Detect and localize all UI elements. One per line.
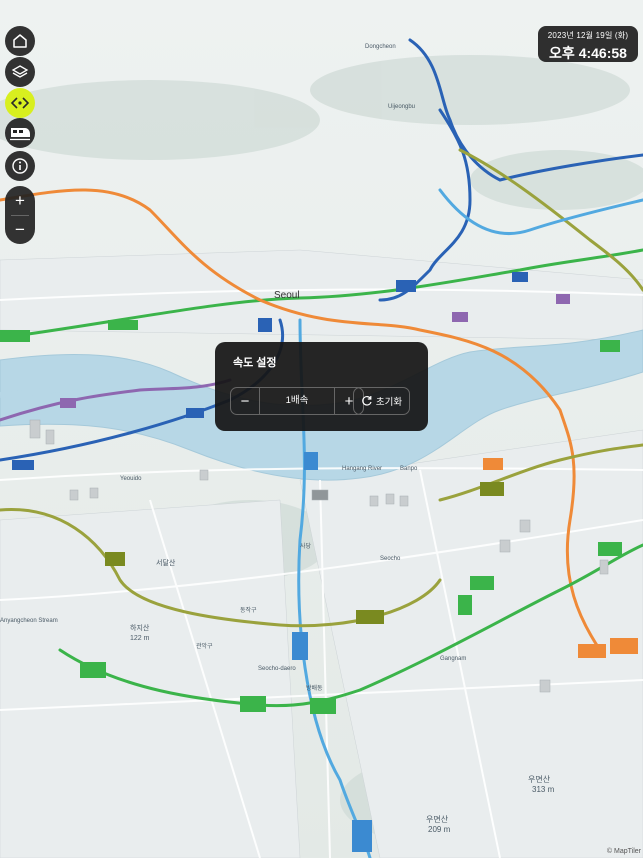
- train-button[interactable]: [5, 118, 35, 148]
- label-seoul: Seoul: [274, 290, 300, 301]
- label-umyeonsan-elev: 313 m: [532, 785, 555, 794]
- label-anyangcheon: Anyangcheon Stream: [0, 618, 58, 624]
- label-seocho: Seocho: [380, 556, 401, 562]
- label-umyeonsan: 우면산: [528, 774, 551, 784]
- home-icon: [13, 34, 27, 48]
- map-attribution[interactable]: © MapTiler: [607, 848, 641, 855]
- label-gangnam: Gangnam: [440, 656, 466, 662]
- speed-settings-title: 속도 설정: [233, 357, 277, 369]
- animation-toggle-button[interactable]: [5, 88, 35, 118]
- info-button[interactable]: [5, 151, 35, 181]
- zoom-out-button[interactable]: −: [5, 215, 35, 244]
- clock-time: 오후 4:46:58: [549, 45, 627, 61]
- speed-reset-button[interactable]: 초기화: [353, 387, 410, 415]
- label-dobong: Dongcheon: [365, 44, 396, 50]
- plus-icon: +: [15, 190, 25, 210]
- label-banpo: Banpo: [400, 466, 418, 472]
- speed-value: 1배속: [285, 395, 309, 406]
- home-button[interactable]: [5, 26, 35, 56]
- zoom-in-button[interactable]: +: [5, 186, 35, 215]
- speed-stepper: − 1배속 +: [230, 387, 364, 415]
- arrows-icon: [10, 97, 30, 109]
- clock-panel: 2023년 12월 19일 (화) 오후 4:46:58: [538, 26, 638, 62]
- speed-decrease-button[interactable]: −: [231, 388, 260, 414]
- label-yeouido: Yeouido: [120, 476, 142, 482]
- clock-date: 2023년 12월 19일 (화): [547, 31, 629, 40]
- train-icon: [10, 128, 30, 141]
- label-bangbae: 방배동: [306, 684, 323, 692]
- info-icon: [12, 158, 28, 174]
- label-sadang: 사당: [300, 542, 312, 550]
- label-uijeongbu: Uijeongbu: [388, 104, 415, 110]
- speed-settings-panel: 속도 설정 − 1배속 + 초기화: [215, 342, 428, 431]
- label-hangang: Hangang River: [342, 466, 382, 472]
- zoom-controls: + −: [5, 186, 35, 244]
- layers-button[interactable]: [5, 57, 35, 87]
- label-gwanak: 관악구: [196, 642, 213, 650]
- label-umyeonsan2-elev: 209 m: [428, 825, 451, 834]
- label-seocho-road: Seocho-daero: [258, 666, 296, 672]
- label-dongjak: 동작구: [240, 607, 257, 614]
- label-umyeonsan2: 우면산: [426, 814, 449, 824]
- minus-icon: −: [15, 219, 25, 239]
- label-hajisan-elev: 122 m: [130, 635, 150, 642]
- label-hajisan: 하지산: [130, 623, 150, 632]
- label-seodalsan: 서달산: [156, 558, 176, 567]
- speed-reset-label: 초기화: [375, 397, 403, 408]
- reset-icon: [362, 396, 372, 406]
- layers-icon: [11, 65, 29, 78]
